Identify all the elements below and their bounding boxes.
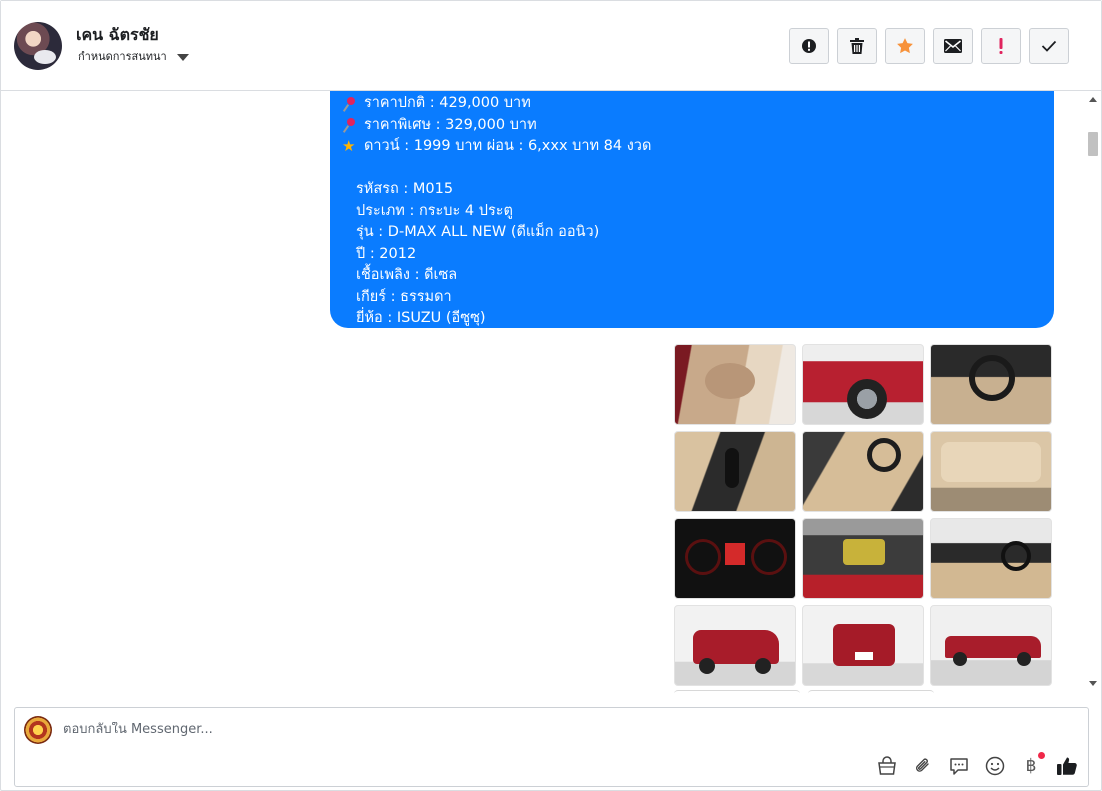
- conversation-toolbar: [789, 28, 1069, 64]
- photo-front-interior[interactable]: [930, 518, 1052, 599]
- message-detail: ยี่ห้อ : ISUZU (อีซูซุ): [356, 310, 486, 326]
- mark-done-button[interactable]: [1029, 28, 1069, 64]
- payment-button[interactable]: ฿: [1019, 752, 1045, 778]
- photo-red-pickup-front-angle[interactable]: [674, 605, 796, 686]
- message-list[interactable]: ราคาปกติ : 429,000 บาท ราคาพิเศษ : 329,0…: [1, 91, 1087, 693]
- shopping-bag-icon: [878, 756, 896, 775]
- photo-red-pickup-side[interactable]: [930, 605, 1052, 686]
- caret-down-icon: [176, 53, 189, 61]
- message-detail: เชื้อเพลิง : ดีเซล: [356, 267, 458, 283]
- envelope-icon: [944, 39, 962, 53]
- check-icon: [1041, 40, 1057, 52]
- message-text: ราคาปกติ : 429,000 บาท: [364, 95, 531, 111]
- message-scrollbar[interactable]: [1086, 91, 1100, 693]
- star-emoji-icon: ★: [342, 137, 356, 155]
- pushpin-icon: [342, 96, 358, 112]
- trash-icon: [850, 38, 864, 54]
- thumbs-up-icon: [1057, 757, 1077, 775]
- message-detail: รหัสรถ : M015: [356, 181, 454, 197]
- reply-composer: ฿: [14, 707, 1089, 787]
- composer-actions: ฿: [875, 752, 1079, 778]
- mark-spam-button[interactable]: [789, 28, 829, 64]
- attach-file-button[interactable]: [911, 754, 935, 778]
- message-line: ★ ดาวน์ : 1999 บาท ผ่อน : 6,xxx บาท 84 งว…: [342, 136, 1042, 158]
- saved-reply-button[interactable]: [947, 754, 971, 778]
- delete-button[interactable]: [837, 28, 877, 64]
- pushpin-icon: [342, 117, 358, 133]
- notification-dot: [1038, 752, 1045, 759]
- photo-gallery: [674, 344, 1052, 686]
- reply-input[interactable]: [63, 722, 763, 737]
- message-detail: ปี : 2012: [356, 245, 417, 262]
- scroll-thumb[interactable]: [1088, 132, 1098, 156]
- spam-icon: [802, 39, 816, 53]
- send-like-button[interactable]: [1055, 754, 1079, 778]
- shopping-bag-button[interactable]: [875, 754, 899, 778]
- photo-rear-seats[interactable]: [930, 431, 1052, 512]
- message-line: ราคาพิเศษ : 329,000 บาท: [342, 115, 1042, 137]
- important-icon: [999, 38, 1003, 54]
- user-name[interactable]: เคน ฉัตรชัย: [76, 23, 159, 48]
- scroll-up-arrow-icon[interactable]: [1089, 97, 1097, 102]
- message-line: ราคาปกติ : 429,000 บาท: [342, 93, 1042, 115]
- photo-red-pickup-rear[interactable]: [802, 605, 924, 686]
- emoji-icon: [985, 756, 1005, 776]
- more-photos-row: [674, 690, 934, 693]
- photo-door-interior[interactable]: [674, 344, 796, 425]
- baht-icon: ฿: [1025, 756, 1037, 776]
- paperclip-icon: [916, 758, 929, 772]
- emoji-button[interactable]: [983, 754, 1007, 778]
- message-text: ดาวน์ : 1999 บาท ผ่อน : 6,xxx บาท 84 งวด: [364, 138, 652, 154]
- photo-engine-bay[interactable]: [802, 518, 924, 599]
- photo-instrument-cluster[interactable]: [674, 518, 796, 599]
- conversation-header: เคน ฉัตรชัย กำหนดการสนทนา: [1, 1, 1101, 91]
- photo-gear-shift[interactable]: [674, 431, 796, 512]
- photo-dashboard-steering[interactable]: [930, 344, 1052, 425]
- message-detail: เกียร์ : ธรรมดา: [356, 288, 452, 305]
- star-icon: [897, 38, 913, 54]
- saved-reply-icon: [950, 758, 968, 775]
- conversation-panel: เคน ฉัตรชัย กำหนดการสนทนา ราคาปกติ: 429…: [0, 0, 1102, 791]
- message-detail: รุ่น : D-MAX ALL NEW (ดีแม็ก ออนิว): [356, 224, 600, 240]
- conversation-settings-label: กำหนดการสนทนา: [78, 50, 167, 63]
- mark-unread-button[interactable]: [933, 28, 973, 64]
- photo-red-pickup-side-wheel[interactable]: [802, 344, 924, 425]
- message-detail: ประเภท : กระบะ 4 ประตู: [356, 202, 513, 219]
- star-button[interactable]: [885, 28, 925, 64]
- scroll-down-arrow-icon[interactable]: [1089, 681, 1097, 686]
- outgoing-message-bubble[interactable]: ราคาปกติ : 429,000 บาท ราคาพิเศษ : 329,0…: [330, 91, 1054, 328]
- page-avatar: [24, 716, 52, 744]
- photo-driver-seat[interactable]: [802, 431, 924, 512]
- user-avatar[interactable]: [14, 22, 62, 70]
- conversation-settings-dropdown[interactable]: กำหนดการสนทนา: [78, 47, 189, 65]
- message-text: ราคาพิเศษ : 329,000 บาท: [364, 116, 537, 133]
- mark-important-button[interactable]: [981, 28, 1021, 64]
